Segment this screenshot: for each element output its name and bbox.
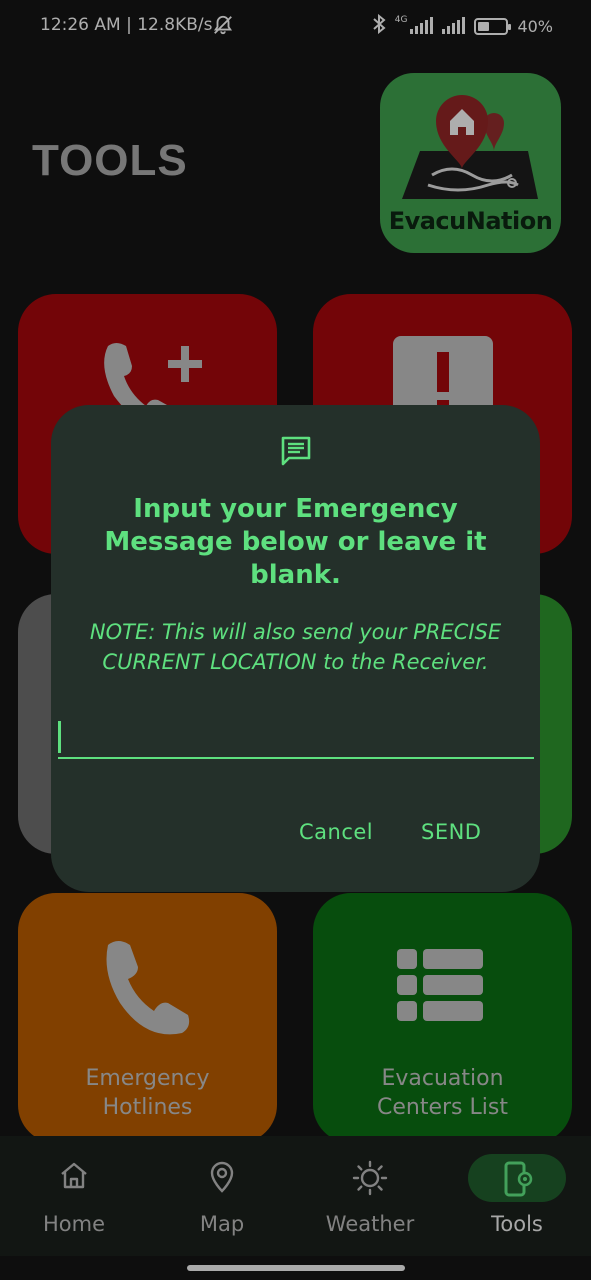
cancel-button[interactable]: Cancel (299, 820, 373, 844)
message-icon (281, 436, 311, 466)
emergency-message-input[interactable] (58, 715, 534, 759)
dialog-title: Input your Emergency Message below or le… (104, 494, 487, 590)
send-button[interactable]: SEND (421, 820, 481, 844)
emergency-message-dialog: Input your Emergency Message below or le… (51, 405, 540, 892)
text-cursor (58, 721, 61, 753)
dialog-note: NOTE: This will also send your PRECISE C… (89, 620, 502, 674)
